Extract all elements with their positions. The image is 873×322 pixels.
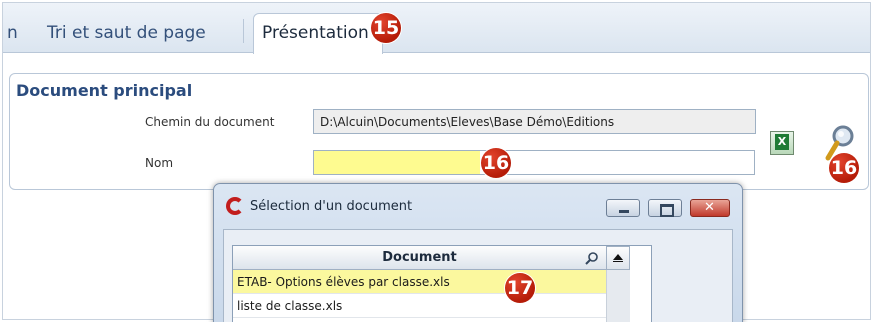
minimize-button[interactable] xyxy=(606,199,640,217)
main-document-group: Document principal Chemin du document D:… xyxy=(9,73,869,190)
app-logo-icon xyxy=(226,197,244,215)
annotation-badge-15: 15 xyxy=(371,13,401,43)
maximize-button[interactable] xyxy=(648,199,682,217)
annotation-badge-17: 17 xyxy=(505,273,535,303)
annotation-badge-16-search: 16 xyxy=(829,153,859,183)
document-selection-dialog: Sélection d'un document Document ETAB- O… xyxy=(213,183,743,322)
close-button[interactable] xyxy=(690,199,730,217)
name-label: Nom xyxy=(145,156,174,170)
name-input-highlight xyxy=(314,151,480,174)
scroll-up-button[interactable] xyxy=(606,246,630,270)
annotation-badge-16-name: 16 xyxy=(481,148,511,178)
excel-icon[interactable] xyxy=(770,131,794,155)
tab-presentation[interactable]: Présentation xyxy=(253,13,383,54)
document-grid: Document ETAB- Options élèves par classe… xyxy=(232,245,652,322)
dialog-body: Document ETAB- Options élèves par classe… xyxy=(223,229,733,322)
tab-sort-and-page-break[interactable]: Tri et saut de page xyxy=(47,13,206,53)
path-label: Chemin du document xyxy=(145,115,275,129)
tab-presentation-label: Présentation xyxy=(262,23,369,43)
tab-strip: n Tri et saut de page Présentation xyxy=(3,3,870,54)
document-name-input[interactable] xyxy=(313,150,755,175)
scrollbar-track[interactable] xyxy=(606,270,630,322)
column-header-document[interactable]: Document xyxy=(233,246,606,270)
list-item[interactable]: liste de classe.xls xyxy=(233,294,606,318)
dialog-title: Sélection d'un document xyxy=(250,199,413,214)
tab-previous[interactable]: n xyxy=(7,13,18,53)
tab-separator xyxy=(243,19,244,43)
document-path-field[interactable]: D:\Alcuin\Documents\Eleves\Base Démo\Edi… xyxy=(313,109,756,134)
search-icon[interactable] xyxy=(585,251,599,265)
list-item[interactable]: ETAB- Options élèves par classe.xls xyxy=(233,270,606,294)
column-header-label: Document xyxy=(382,250,457,265)
app-frame: n Tri et saut de page Présentation 15 Do… xyxy=(2,2,871,322)
group-title: Document principal xyxy=(16,81,193,100)
